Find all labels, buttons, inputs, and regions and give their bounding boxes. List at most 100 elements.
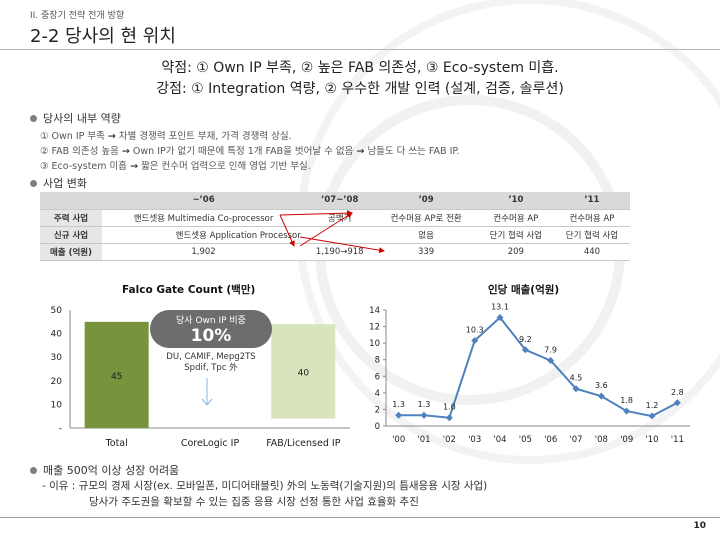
table-header-row: ~’06 ’07~’08 ’09 ’10 ’11 (40, 192, 630, 210)
table-header: ’09 (374, 192, 478, 210)
series-line (398, 315, 678, 419)
table-cell: 컨수머용 AP로 전환 (374, 209, 478, 227)
table-header: ’11 (553, 192, 630, 210)
x-tick-label: '00 (392, 435, 405, 445)
line-chart-title: 인당 매출(억원) (488, 284, 560, 296)
data-label: 7.9 (544, 346, 557, 355)
table-header: ~’06 (102, 192, 306, 210)
internal-capability-section: 당사의 내부 역량 ① Own IP 부족 → 차별 경쟁력 포인트 부재, 가… (30, 110, 460, 174)
callout-down-arrow-icon (201, 378, 213, 406)
y-tick-label: 6 (375, 372, 380, 382)
y-tick-label: 2 (375, 405, 380, 415)
bullet-icon (30, 179, 37, 187)
data-label: 3.6 (595, 381, 608, 390)
table-row: 신규 사업 핸드셋용 Application Processor 없음 단기 협… (40, 226, 630, 244)
y-tick-label: 12 (369, 323, 380, 333)
section-label: II. 중장기 전략 전개 방향 (30, 11, 125, 21)
table-header (40, 192, 102, 210)
callout-label: 당사 Own IP 비중 (176, 316, 246, 326)
note-line: 당사가 주도권을 확보할 수 있는 집중 응용 시장 선정 통한 사업 효율화 … (89, 496, 419, 508)
own-ip-callout: 당사 Own IP 비중 10% (150, 310, 272, 348)
data-label: 9.2 (519, 335, 532, 344)
callout-note: DU, CAMIF, Mepg2TS Spdif, Tpc 外 (150, 352, 272, 374)
business-heading: 사업 변화 (43, 177, 87, 190)
table-cell: 컨수머용 AP (553, 209, 630, 227)
table-cell: 핸드셋용 Multimedia Co-processor (102, 209, 306, 227)
page-title: 2-2 당사의 현 위치 (30, 26, 176, 47)
strength-summary: 강점: ① Integration 역량, ② 우수한 개발 인력 (설계, 검… (156, 81, 564, 97)
x-tick-label: CoreLogic IP (181, 438, 240, 449)
data-label: 13.1 (491, 302, 509, 311)
table-header: ’10 (477, 192, 554, 210)
y-tick-label: 10 (369, 339, 380, 349)
data-point (420, 411, 428, 419)
data-label: 1.3 (392, 400, 405, 409)
callout-note-line: DU, CAMIF, Mepg2TS (166, 352, 256, 362)
table-cell: 공백기 (305, 209, 375, 227)
right-arrow-icon: → (121, 146, 130, 157)
x-tick-label: '10 (645, 435, 658, 445)
callout-value: 10% (190, 326, 232, 346)
y-tick-label: 20 (51, 377, 63, 387)
x-tick-label: '03 (468, 435, 481, 445)
weakness-summary: 약점: ① Own IP 부족, ② 높은 FAB 의존성, ③ Eco-sys… (161, 60, 559, 76)
table-cell: 339 (374, 243, 478, 261)
x-tick-label: '09 (620, 435, 633, 445)
table-row: 주력 사업 핸드셋용 Multimedia Co-processor 공백기 컨… (40, 209, 630, 227)
table-cell: 단기 협력 사업 (477, 226, 554, 244)
summary: 약점: ① Own IP 부족, ② 높은 FAB 의존성, ③ Eco-sys… (0, 58, 720, 100)
data-point (395, 411, 403, 419)
data-label: 10.3 (466, 326, 484, 335)
x-tick-label: '06 (544, 435, 557, 445)
x-tick-label: '05 (519, 435, 532, 445)
x-tick-label: '04 (493, 435, 506, 445)
bullet-icon (30, 114, 37, 122)
bar-chart-title: Falco Gate Count (백만) (122, 284, 256, 296)
data-label: 1.2 (646, 401, 659, 410)
bar-value-label: 45 (111, 372, 122, 382)
item-detail: 차별 경쟁력 포인트 부재, 가격 경쟁력 상실. (118, 131, 292, 142)
table-cell: 440 (553, 243, 630, 261)
row-label: 매출 (억원) (40, 243, 102, 261)
row-label: 신규 사업 (40, 226, 102, 244)
x-tick-label: Total (105, 438, 128, 449)
note-heading: 매출 500억 이상 성장 어려움 (43, 464, 180, 477)
table-cell: 핸드셋용 Application Processor (102, 226, 375, 244)
internal-item: ② FAB 의존성 높음 → Own IP가 없기 때문에 특정 1개 FAB을… (40, 144, 460, 159)
header: II. 중장기 전략 전개 방향 2-2 당사의 현 위치 (0, 0, 720, 50)
data-point (648, 412, 656, 420)
table-cell: 단기 협력 사업 (553, 226, 630, 244)
table-cell: 1,190→918 (305, 243, 375, 261)
x-tick-label: '01 (417, 435, 430, 445)
callout-note-line: Spdif, Tpc 外 (184, 363, 238, 373)
internal-heading: 당사의 내부 역량 (43, 112, 121, 125)
page-number: 10 (693, 521, 706, 531)
row-label: 주력 사업 (40, 209, 102, 227)
data-label: 1.8 (620, 396, 633, 405)
bullet-heading: 사업 변화 (30, 175, 87, 191)
item-title: ② FAB 의존성 높음 (40, 146, 119, 157)
y-tick-label: 10 (51, 400, 63, 410)
item-detail: 남들도 다 쓰는 FAB IP. (367, 146, 460, 157)
y-tick-label: 50 (51, 306, 63, 316)
note-line: - 이유 : 규모의 경제 시장(ex. 모바일폰, 미디어태블릿) 外의 노동… (42, 480, 488, 492)
y-tick-label: 40 (51, 330, 63, 340)
bullet-icon (30, 466, 37, 474)
table-cell: 209 (477, 243, 554, 261)
x-tick-label: '07 (569, 435, 582, 445)
business-change-section: 사업 변화 (30, 175, 87, 191)
x-tick-label: '11 (671, 435, 684, 445)
bar-value-label: 40 (298, 368, 310, 378)
item-title: ① Own IP 부족 (40, 131, 105, 142)
business-table: ~’06 ’07~’08 ’09 ’10 ’11 주력 사업 핸드셋용 Mult… (40, 192, 630, 261)
table-cell: 없음 (374, 226, 478, 244)
right-arrow-icon: → (130, 161, 139, 172)
data-label: 4.5 (570, 374, 583, 383)
internal-item: ③ Eco-system 미흡 → 짧은 컨수머 업력으로 인해 영업 기반 부… (40, 159, 460, 174)
bullet-heading: 매출 500억 이상 성장 어려움 (30, 462, 487, 478)
y-tick-label: 14 (369, 306, 380, 316)
y-tick-label: - (59, 424, 62, 434)
right-arrow-icon: → (356, 146, 365, 157)
growth-note: 매출 500억 이상 성장 어려움 - 이유 : 규모의 경제 시장(ex. 모… (30, 462, 487, 510)
x-tick-label: '08 (595, 435, 608, 445)
